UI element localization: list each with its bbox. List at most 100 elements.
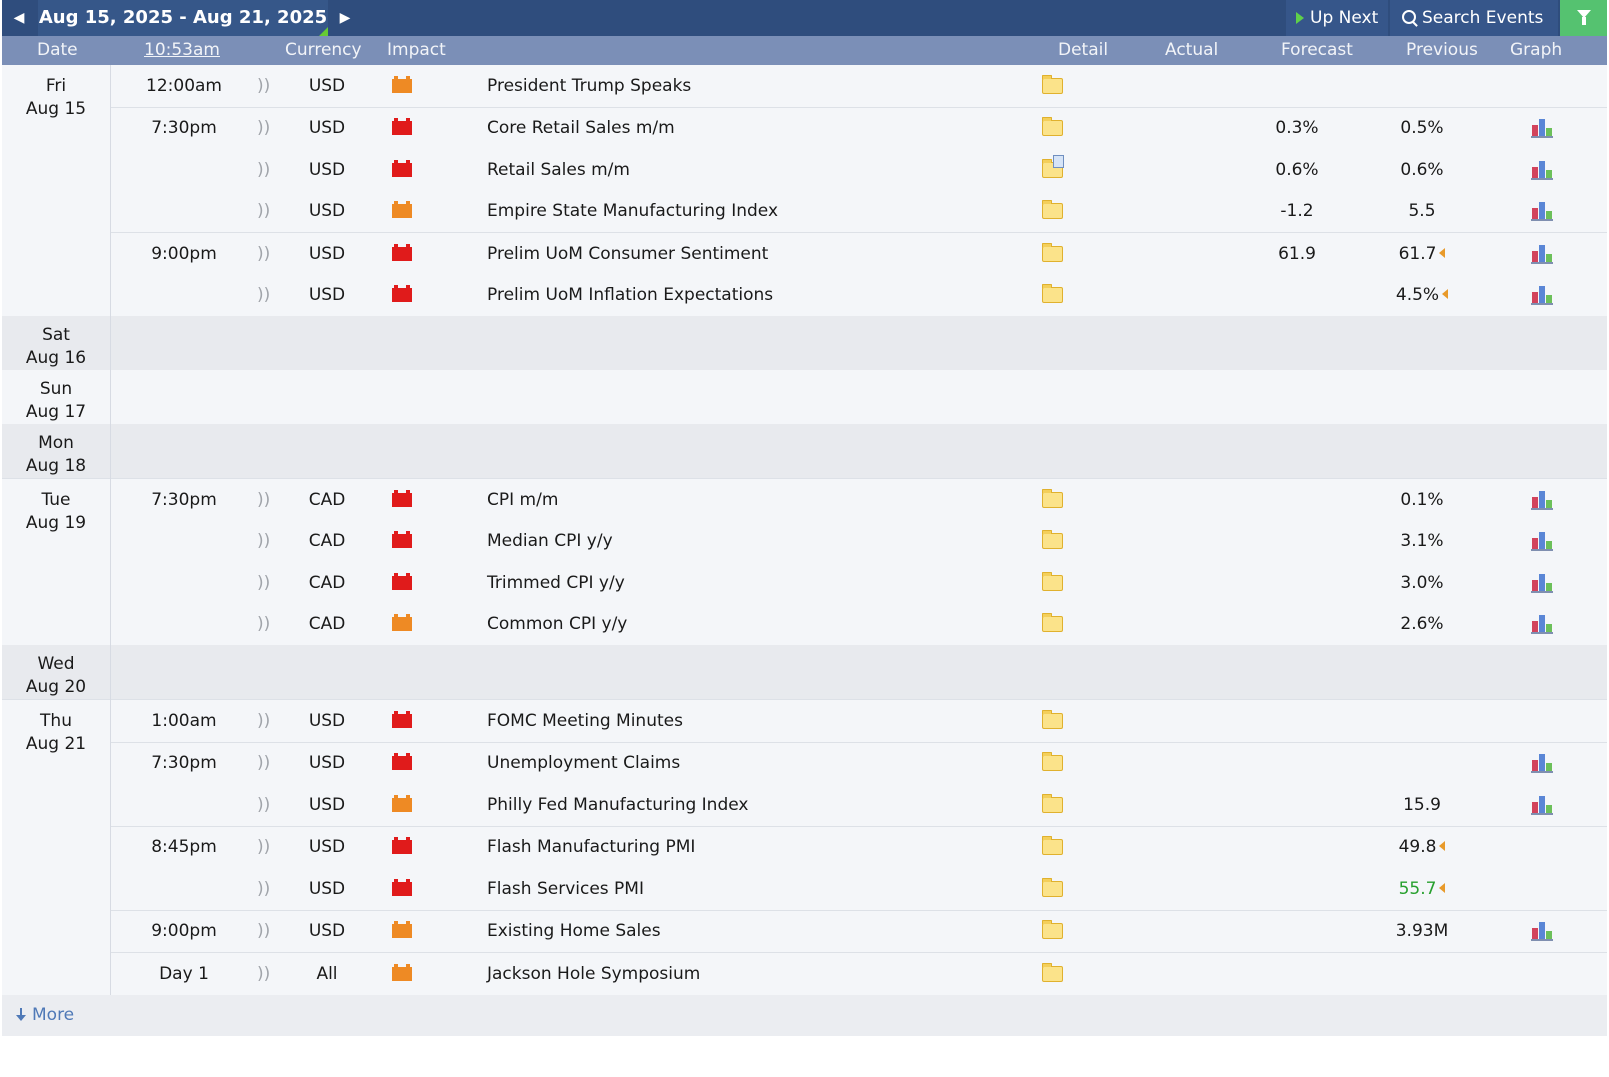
bar-graph-icon[interactable] (1531, 285, 1553, 306)
high-impact-icon[interactable] (392, 878, 412, 896)
detail-cell[interactable] (987, 478, 1117, 521)
sound-icon[interactable]: )) (257, 879, 270, 899)
impact-cell[interactable] (357, 603, 447, 645)
event-name[interactable]: Prelim UoM Consumer Sentiment (447, 232, 987, 275)
sound-alert[interactable]: )) (257, 106, 297, 149)
impact-cell[interactable] (357, 106, 447, 149)
high-impact-icon[interactable] (392, 285, 412, 303)
detail-cell[interactable] (987, 274, 1117, 316)
folder-icon[interactable] (1041, 242, 1063, 262)
event-row[interactable]: )) CAD Trimmed CPI y/y 3.0% (2, 562, 1607, 604)
event-name[interactable]: Flash Manufacturing PMI (447, 825, 987, 868)
graph-cell[interactable] (1477, 741, 1607, 784)
sound-alert[interactable]: )) (257, 603, 297, 645)
impact-cell[interactable] (357, 741, 447, 784)
medium-impact-icon[interactable] (392, 614, 412, 632)
folder-icon[interactable] (1041, 836, 1063, 856)
graph-cell[interactable] (1477, 909, 1607, 953)
bar-graph-icon[interactable] (1531, 753, 1553, 774)
folder-icon[interactable] (1041, 200, 1063, 220)
event-row[interactable]: Thu Aug 21 1:00am)) USD FOMC Meeting Minutes (2, 699, 1607, 995)
graph-cell[interactable] (1477, 190, 1607, 233)
event-name[interactable]: Core Retail Sales m/m (447, 106, 987, 149)
event-name-label[interactable]: Jackson Hole Symposium (487, 964, 700, 984)
event-name[interactable]: President Trump Speaks (447, 65, 987, 107)
sound-alert[interactable]: )) (257, 190, 297, 233)
sound-alert[interactable]: )) (257, 699, 297, 742)
medium-impact-icon[interactable] (392, 794, 412, 812)
sound-icon[interactable]: )) (257, 614, 270, 634)
sound-icon[interactable]: )) (257, 201, 270, 221)
bar-graph-icon[interactable] (1531, 795, 1553, 815)
bar-graph-icon[interactable] (1531, 201, 1553, 222)
more-label[interactable]: More (32, 1005, 74, 1025)
detail-cell[interactable] (987, 603, 1117, 645)
event-row[interactable]: )) CAD Common CPI y/y 2.6% (2, 603, 1607, 645)
high-impact-icon[interactable] (392, 753, 412, 771)
folder-icon[interactable] (1041, 752, 1063, 772)
event-name-label[interactable]: FOMC Meeting Minutes (487, 711, 683, 731)
sound-icon[interactable]: )) (257, 711, 270, 731)
event-row[interactable]: )) USD Retail Sales m/m 0.6% 0.6% (2, 149, 1607, 191)
event-name[interactable]: Unemployment Claims (447, 741, 987, 784)
medium-impact-icon[interactable] (392, 201, 412, 219)
impact-cell[interactable] (357, 952, 447, 995)
bar-graph-icon[interactable] (1531, 531, 1553, 552)
graph-cell[interactable] (1477, 784, 1607, 826)
event-name-label[interactable]: Unemployment Claims (487, 753, 680, 773)
event-row[interactable]: )) USD Philly Fed Manufacturing Index 15.9 (2, 784, 1607, 826)
bar-graph-icon[interactable] (1531, 614, 1553, 635)
graph-cell[interactable] (1477, 562, 1607, 604)
folder-icon[interactable] (1041, 117, 1063, 137)
sound-alert[interactable]: )) (257, 562, 297, 604)
folder-icon[interactable] (1041, 920, 1063, 940)
detail-cell[interactable] (987, 825, 1117, 868)
event-row[interactable]: Fri Aug 15 12:00am)) USD President Trump Spe… (2, 65, 1607, 316)
medium-impact-icon[interactable] (392, 963, 412, 981)
impact-cell[interactable] (357, 909, 447, 953)
bar-graph-icon[interactable] (1531, 573, 1553, 593)
event-name-label[interactable]: Prelim UoM Inflation Expectations (487, 285, 773, 305)
event-name-label[interactable]: President Trump Speaks (487, 76, 691, 96)
bar-graph-icon[interactable] (1531, 490, 1553, 510)
folder-icon[interactable] (1041, 488, 1063, 508)
high-impact-icon[interactable] (392, 159, 412, 177)
sound-icon[interactable]: )) (257, 921, 270, 941)
impact-cell[interactable] (357, 232, 447, 275)
event-name[interactable]: Retail Sales m/m (447, 149, 987, 191)
graph-cell[interactable] (1477, 274, 1607, 316)
sound-icon[interactable]: )) (257, 837, 270, 857)
sound-icon[interactable]: )) (257, 490, 270, 510)
impact-cell[interactable] (357, 868, 447, 910)
impact-cell[interactable] (357, 274, 447, 316)
folder-icon[interactable] (1041, 962, 1063, 982)
sound-icon[interactable]: )) (257, 795, 270, 815)
sound-alert[interactable]: )) (257, 909, 297, 953)
sound-icon[interactable]: )) (257, 118, 270, 138)
event-name-label[interactable]: Philly Fed Manufacturing Index (487, 795, 748, 815)
filter-button[interactable] (1560, 0, 1607, 36)
event-name-label[interactable]: Flash Manufacturing PMI (487, 837, 695, 857)
high-impact-icon[interactable] (392, 710, 412, 728)
sound-alert[interactable]: )) (257, 784, 297, 826)
graph-cell[interactable] (1477, 520, 1607, 562)
event-row[interactable]: Tue Aug 19 7:30pm)) CAD CPI m/m 0.1% (2, 478, 1607, 645)
event-name[interactable]: Trimmed CPI y/y (447, 562, 987, 604)
sound-icon[interactable]: )) (257, 531, 270, 551)
folder-icon[interactable] (1041, 571, 1063, 591)
sound-icon[interactable]: )) (257, 753, 270, 773)
event-name-label[interactable]: Common CPI y/y (487, 614, 627, 634)
high-impact-icon[interactable] (392, 118, 412, 136)
event-row[interactable]: )) USD Empire State Manufacturing Index -1.… (2, 190, 1607, 233)
detail-cell[interactable] (987, 106, 1117, 149)
sound-alert[interactable]: )) (257, 478, 297, 521)
event-name[interactable]: Empire State Manufacturing Index (447, 190, 987, 233)
event-name[interactable]: CPI m/m (447, 478, 987, 521)
folder-icon[interactable] (1041, 613, 1063, 633)
event-row[interactable]: 9:00pm)) USD Prelim UoM Consumer Sentiment… (2, 232, 1607, 275)
sound-icon[interactable]: )) (257, 160, 270, 180)
graph-cell[interactable] (1477, 603, 1607, 645)
folder-icon[interactable] (1041, 709, 1063, 729)
date-range-button[interactable]: Aug 15, 2025 - Aug 21, 2025 (38, 0, 328, 36)
detail-cell[interactable] (987, 699, 1117, 742)
